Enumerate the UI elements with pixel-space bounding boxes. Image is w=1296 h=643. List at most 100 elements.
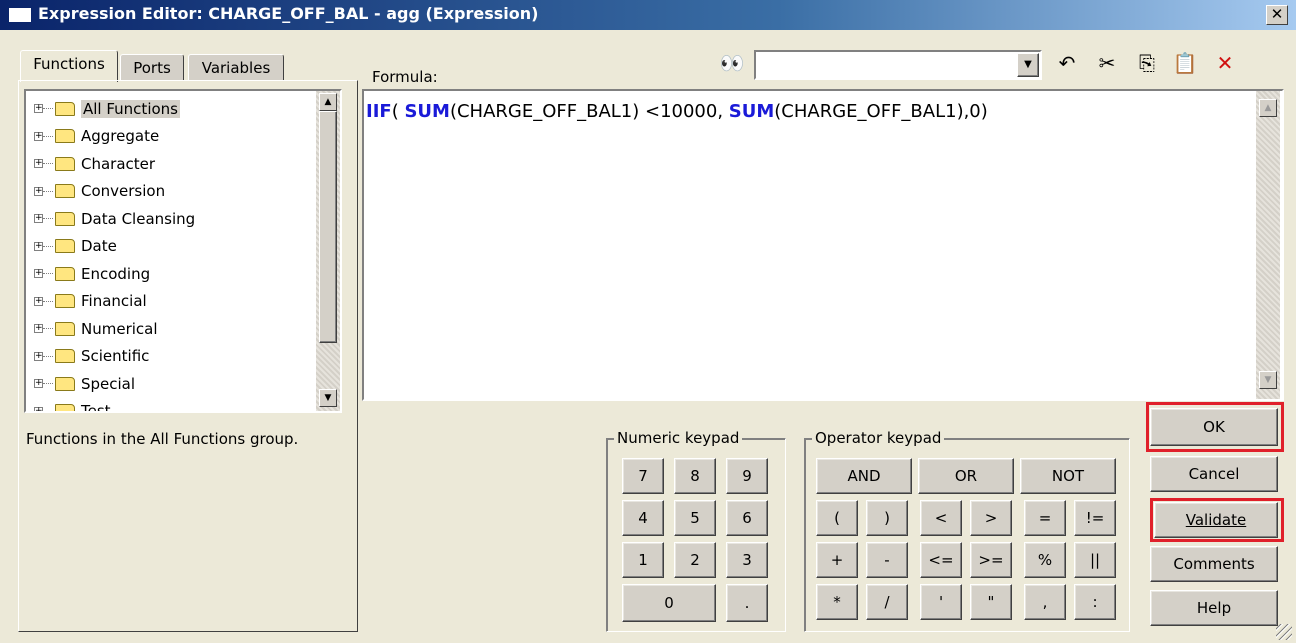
tree-item[interactable]: + Aggregate — [26, 123, 159, 150]
operator-key[interactable]: % — [1024, 542, 1066, 578]
operator-key[interactable]: * — [816, 584, 858, 620]
tree-item-label: Date — [81, 237, 117, 255]
expand-plus-icon[interactable]: + — [34, 296, 43, 306]
expand-plus-icon[interactable]: + — [34, 269, 43, 278]
tree-scrollbar[interactable]: ▲ ▼ — [316, 91, 340, 411]
function-description: Functions in the All Functions group. — [26, 430, 299, 448]
paste-icon: 📋 — [1172, 51, 1198, 75]
tree-connector — [43, 108, 53, 109]
cancel-button[interactable]: Cancel — [1150, 456, 1278, 492]
tree-item[interactable]: + All Functions — [26, 95, 180, 122]
expand-plus-icon[interactable]: + — [34, 406, 43, 411]
numeric-key[interactable]: 4 — [622, 500, 664, 536]
numeric-key[interactable]: 1 — [622, 542, 664, 578]
operator-key[interactable]: ) — [866, 500, 908, 536]
triangle-down-icon: ▼ — [324, 393, 332, 403]
operator-key[interactable]: / — [866, 584, 908, 620]
tab-functions[interactable]: Functions — [20, 50, 118, 82]
operator-key[interactable]: OR — [918, 458, 1014, 494]
operator-key[interactable]: : — [1074, 584, 1116, 620]
operator-key[interactable]: + — [816, 542, 858, 578]
undo-button[interactable]: ↶ — [1052, 50, 1082, 76]
formula-scroll-down-button[interactable]: ▼ — [1259, 371, 1277, 389]
operator-key[interactable]: AND — [816, 458, 912, 494]
close-button[interactable]: ✕ — [1266, 5, 1288, 25]
formula-scrollbar[interactable]: ▲ ▼ — [1256, 91, 1280, 399]
numeric-key[interactable]: 3 — [726, 542, 768, 578]
tree-item[interactable]: + Character — [26, 150, 155, 177]
operator-key[interactable]: , — [1024, 584, 1066, 620]
chevron-down-icon: ▼ — [1024, 59, 1032, 70]
expand-plus-icon[interactable]: + — [34, 186, 43, 196]
scroll-thumb[interactable] — [319, 111, 337, 343]
operator-key[interactable]: = — [1024, 500, 1066, 536]
operator-key[interactable]: ' — [920, 584, 962, 620]
numeric-key-decimal[interactable]: . — [726, 584, 768, 622]
tree-item[interactable]: + Financial — [26, 288, 147, 315]
tree-item[interactable]: + Encoding — [26, 260, 150, 287]
numeric-key[interactable]: 2 — [674, 542, 716, 578]
expand-plus-icon[interactable]: + — [34, 351, 43, 361]
numeric-key[interactable]: 6 — [726, 500, 768, 536]
ok-button[interactable]: OK — [1150, 408, 1278, 446]
numeric-key[interactable]: 5 — [674, 500, 716, 536]
operator-key[interactable]: > — [970, 500, 1012, 536]
expand-plus-icon[interactable]: + — [34, 104, 43, 113]
search-dropdown-button[interactable]: ▼ — [1017, 53, 1039, 77]
tree-connector — [43, 300, 53, 302]
tree-connector — [43, 190, 53, 192]
tab-variables[interactable]: Variables — [188, 54, 284, 81]
numeric-key-zero[interactable]: 0 — [622, 584, 716, 622]
validate-button[interactable]: Validate — [1154, 502, 1278, 538]
tree-item[interactable]: + Special — [26, 370, 135, 397]
expand-plus-icon[interactable]: + — [34, 324, 43, 333]
operator-key[interactable]: " — [970, 584, 1012, 620]
folder-icon — [55, 404, 75, 411]
expand-plus-icon[interactable]: + — [34, 131, 43, 141]
operator-key[interactable]: || — [1074, 542, 1116, 578]
operator-key[interactable]: - — [866, 542, 908, 578]
tree-item[interactable]: + Date — [26, 233, 117, 260]
scroll-up-button[interactable]: ▲ — [319, 93, 337, 111]
tree-item[interactable]: + Test — [26, 398, 111, 411]
operator-key[interactable]: >= — [970, 542, 1012, 578]
formula-editor[interactable]: IIF( SUM(CHARGE_OFF_BAL1) <10000, SUM(CH… — [362, 89, 1284, 401]
tree-item[interactable]: + Scientific — [26, 343, 149, 370]
numeric-key[interactable]: 9 — [726, 458, 768, 494]
cut-button[interactable]: ✂ — [1092, 50, 1122, 76]
tree-connector — [43, 410, 53, 411]
folder-icon — [55, 294, 75, 308]
expand-plus-icon[interactable]: + — [34, 241, 43, 251]
copy-button[interactable]: ⎘ — [1132, 50, 1162, 76]
scroll-down-button[interactable]: ▼ — [319, 389, 337, 407]
tree-connector — [43, 328, 53, 329]
copy-icon: ⎘ — [1139, 51, 1155, 75]
find-button[interactable]: 👀 — [718, 50, 746, 76]
function-tree[interactable]: + All Functions + Aggregate + Character + Conve… — [24, 89, 342, 413]
formula-scroll-up-button[interactable]: ▲ — [1259, 99, 1277, 117]
paste-button[interactable]: 📋 — [1170, 50, 1200, 76]
numeric-key[interactable]: 8 — [674, 458, 716, 494]
delete-button[interactable]: ✕ — [1210, 50, 1240, 76]
tree-item[interactable]: + Conversion — [26, 178, 165, 205]
tree-item-label: Financial — [81, 292, 147, 310]
expand-plus-icon[interactable]: + — [34, 379, 43, 388]
comments-button[interactable]: Comments — [1150, 546, 1278, 582]
help-button[interactable]: Help — [1150, 590, 1278, 626]
operator-key[interactable]: NOT — [1020, 458, 1116, 494]
triangle-down-icon: ▼ — [1264, 375, 1272, 385]
formula-text[interactable]: IIF( SUM(CHARGE_OFF_BAL1) <10000, SUM(CH… — [366, 101, 988, 122]
operator-key[interactable]: ( — [816, 500, 858, 536]
operator-key[interactable]: != — [1074, 500, 1116, 536]
tree-item[interactable]: + Numerical — [26, 315, 158, 342]
tree-item[interactable]: + Data Cleansing — [26, 205, 195, 232]
operator-key[interactable]: <= — [920, 542, 962, 578]
expand-plus-icon[interactable]: + — [34, 159, 43, 168]
tab-ports[interactable]: Ports — [120, 54, 184, 81]
numeric-key[interactable]: 7 — [622, 458, 664, 494]
operator-key[interactable]: < — [920, 500, 962, 536]
expand-plus-icon[interactable]: + — [34, 214, 43, 223]
formula-keyword: IIF — [366, 101, 392, 122]
resize-grip[interactable] — [1276, 624, 1292, 640]
search-input[interactable]: ▼ — [754, 50, 1042, 80]
